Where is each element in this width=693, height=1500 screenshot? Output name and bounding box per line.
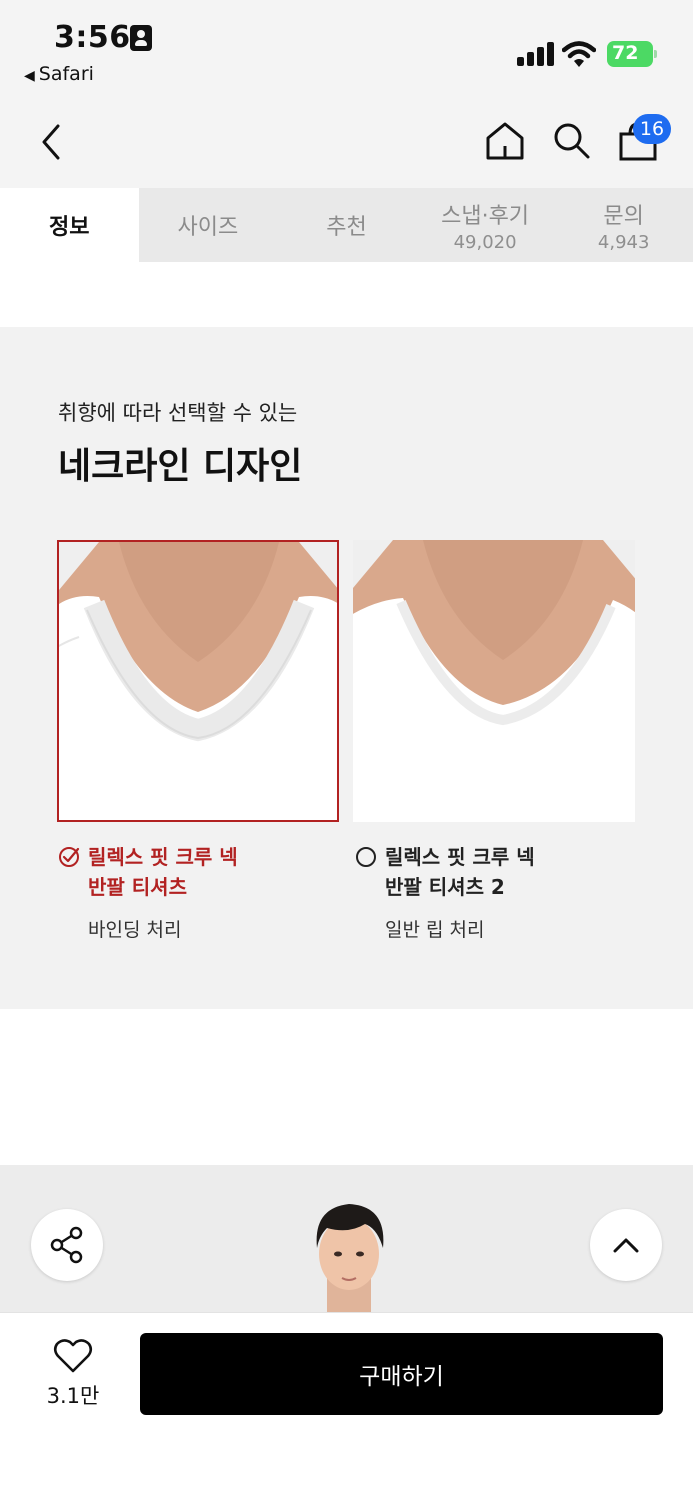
radio-circle-icon xyxy=(356,847,376,867)
neckline-design-section: 취향에 따라 선택할 수 있는 네크라인 디자인 릴렉스 핏 크루 넥 반팔 티… xyxy=(0,327,693,1009)
back-app-label: Safari xyxy=(38,63,94,85)
chevron-up-icon xyxy=(613,1238,639,1253)
home-icon[interactable] xyxy=(484,120,526,162)
tab-count: 4,943 xyxy=(597,231,650,253)
like-count: 3.1만 xyxy=(46,1384,100,1408)
back-to-safari[interactable]: ◀ Safari xyxy=(24,63,94,85)
buy-button[interactable]: 구매하기 xyxy=(140,1333,663,1415)
battery-level: 72 xyxy=(612,42,639,64)
product-tabs: 정보 사이즈 추천 스냅·후기 49,020 문의 4,943 xyxy=(0,188,693,262)
wifi-icon xyxy=(562,41,596,67)
section-title: 네크라인 디자인 xyxy=(58,446,303,487)
tab-count: 49,020 xyxy=(453,231,517,253)
option-name-line2: 반팔 티셔츠 2 xyxy=(385,875,505,899)
section-subtitle: 취향에 따라 선택할 수 있는 xyxy=(58,401,298,425)
status-bar: 3:56 ◀ Safari 72 xyxy=(0,0,693,100)
share-icon xyxy=(50,1226,83,1264)
option-name-line1: 릴렉스 핏 크루 넥 xyxy=(385,845,535,869)
battery-icon: 72 xyxy=(607,41,657,67)
scroll-to-top-button[interactable] xyxy=(590,1209,662,1281)
heart-icon[interactable] xyxy=(53,1338,93,1374)
person-id-icon xyxy=(130,25,152,51)
signal-icon xyxy=(517,42,555,66)
neckline-image-binding[interactable] xyxy=(57,540,339,822)
tab-info[interactable]: 정보 xyxy=(0,188,139,262)
tab-label: 사이즈 xyxy=(177,215,239,240)
option-name-line2: 반팔 티셔츠 xyxy=(88,875,187,899)
neckline-image-rib[interactable] xyxy=(353,540,635,822)
option-name-line1: 릴렉스 핏 크루 넥 xyxy=(88,845,238,869)
tab-recommend[interactable]: 추천 xyxy=(277,188,416,262)
tab-label: 추천 xyxy=(326,215,367,240)
cart-count-badge: 16 xyxy=(633,114,671,144)
tab-size[interactable]: 사이즈 xyxy=(139,188,278,262)
tab-label: 정보 xyxy=(49,215,90,240)
option-description: 바인딩 처리 xyxy=(88,919,182,941)
back-arrow-icon[interactable] xyxy=(36,120,70,164)
top-nav-bar xyxy=(0,100,693,188)
model-thumbnail[interactable] xyxy=(305,1198,393,1312)
option-description: 일반 립 처리 xyxy=(385,919,485,941)
search-icon[interactable] xyxy=(551,120,591,160)
tab-label: 스냅·후기 xyxy=(441,203,530,229)
check-circle-icon xyxy=(59,847,80,867)
status-time: 3:56 xyxy=(54,20,131,55)
tab-inquiry[interactable]: 문의 4,943 xyxy=(554,188,693,262)
share-button[interactable] xyxy=(31,1209,103,1281)
tab-snap-review[interactable]: 스냅·후기 49,020 xyxy=(416,188,555,262)
tab-label: 문의 xyxy=(603,203,644,229)
